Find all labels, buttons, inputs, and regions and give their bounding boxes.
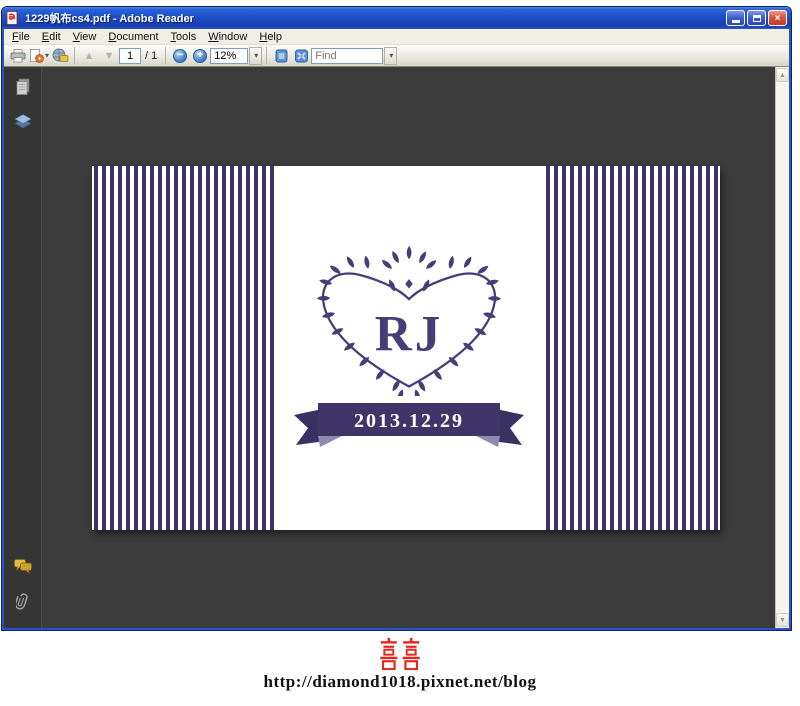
date-ribbon: 2013.12.29 bbox=[294, 403, 524, 447]
scroll-up-icon: ▲ bbox=[779, 71, 786, 79]
next-page-icon: ▼ bbox=[103, 49, 115, 62]
document-pane[interactable]: RJ 2013.12.29 bbox=[42, 67, 775, 628]
page-count-label: / 1 bbox=[145, 49, 158, 62]
footer: http://diamond1018.pixnet.net/blog bbox=[0, 638, 800, 692]
pages-panel-tab[interactable] bbox=[11, 75, 35, 99]
previous-page-icon: ▲ bbox=[83, 49, 95, 62]
toolbar-separator bbox=[165, 47, 167, 64]
wreath-diamond bbox=[405, 279, 413, 289]
scroll-mode-button[interactable] bbox=[271, 46, 291, 66]
page-center: RJ 2013.12.29 bbox=[274, 166, 544, 530]
zoom-in-icon: + bbox=[193, 48, 208, 63]
printer-icon bbox=[10, 48, 26, 62]
monogram-text: RJ bbox=[375, 305, 443, 362]
zoom-in-button[interactable]: + bbox=[190, 46, 210, 66]
adobe-reader-window: 1229帆布cs4.pdf - Adobe Reader × File Edit… bbox=[2, 7, 791, 630]
layers-icon bbox=[13, 113, 32, 128]
zoom-out-icon: − bbox=[173, 48, 188, 63]
menu-view[interactable]: View bbox=[67, 30, 103, 44]
minimize-button[interactable] bbox=[726, 10, 745, 26]
menu-bar: File Edit View Document Tools Window Hel… bbox=[4, 29, 789, 45]
scroll-mode-icon bbox=[275, 49, 288, 62]
find-input[interactable] bbox=[311, 47, 384, 64]
menu-file[interactable]: File bbox=[6, 30, 36, 44]
print-button[interactable] bbox=[8, 46, 28, 66]
collaborate-icon bbox=[52, 48, 68, 62]
comments-icon bbox=[13, 558, 32, 574]
screenshot: 1229帆布cs4.pdf - Adobe Reader × File Edit… bbox=[0, 0, 800, 706]
paperclip-icon bbox=[15, 592, 28, 610]
wedding-date-text: 2013.12.29 bbox=[354, 410, 464, 432]
comments-panel-tab[interactable] bbox=[11, 554, 35, 578]
restore-icon bbox=[752, 14, 761, 22]
title-bar[interactable]: 1229帆布cs4.pdf - Adobe Reader × bbox=[2, 7, 791, 29]
pdf-file-icon bbox=[6, 11, 18, 25]
pdf-page: RJ 2013.12.29 bbox=[92, 166, 720, 530]
ribbon-left-fold bbox=[318, 436, 342, 447]
toolbar: ▾ ▲ ▼ / 1 bbox=[4, 45, 789, 67]
vertical-scrollbar[interactable]: ▲ ▼ bbox=[775, 67, 789, 628]
ribbon-wrap: 2013.12.29 bbox=[292, 400, 526, 457]
fit-page-icon bbox=[294, 49, 308, 62]
scroll-down-button[interactable]: ▼ bbox=[776, 613, 789, 627]
attachments-panel-tab[interactable] bbox=[11, 588, 35, 612]
window-body: File Edit View Document Tools Window Hel… bbox=[2, 29, 791, 630]
export-dropdown-icon[interactable]: ▾ bbox=[45, 51, 49, 60]
find-dropdown-button[interactable]: ▾ bbox=[384, 46, 398, 65]
window-title: 1229帆布cs4.pdf - Adobe Reader bbox=[25, 13, 194, 25]
export-button[interactable]: ▾ bbox=[28, 46, 50, 66]
collaborate-button[interactable] bbox=[50, 46, 70, 66]
scroll-up-button[interactable]: ▲ bbox=[776, 68, 789, 82]
heart-wreath-monogram: RJ bbox=[316, 245, 502, 396]
toolbar-separator bbox=[266, 47, 268, 64]
pages-icon bbox=[16, 78, 29, 95]
main-content: RJ 2013.12.29 ▲ ▼ bbox=[4, 67, 789, 628]
zoom-dropdown-button[interactable]: ▾ bbox=[249, 46, 263, 65]
double-happiness-glyph bbox=[380, 638, 420, 670]
close-button[interactable]: × bbox=[768, 10, 787, 26]
page-number-input[interactable] bbox=[119, 47, 142, 64]
find-dropdown-icon: ▾ bbox=[389, 51, 394, 60]
toolbar-separator bbox=[74, 47, 76, 64]
layers-panel-tab[interactable] bbox=[11, 109, 35, 133]
menu-edit[interactable]: Edit bbox=[36, 30, 67, 44]
next-page-button[interactable]: ▼ bbox=[99, 46, 119, 66]
menu-window[interactable]: Window bbox=[202, 30, 253, 44]
zoom-dropdown-icon: ▾ bbox=[254, 51, 259, 60]
minimize-icon bbox=[731, 20, 740, 23]
blog-url: http://diamond1018.pixnet.net/blog bbox=[263, 672, 537, 691]
menu-tools[interactable]: Tools bbox=[165, 30, 203, 44]
navigation-panel bbox=[4, 67, 42, 628]
menu-help[interactable]: Help bbox=[253, 30, 288, 44]
right-stripe-band bbox=[544, 166, 720, 530]
fit-page-button[interactable] bbox=[291, 46, 311, 66]
close-icon: × bbox=[774, 12, 781, 24]
previous-page-button[interactable]: ▲ bbox=[79, 46, 99, 66]
left-stripe-band bbox=[92, 166, 274, 530]
export-icon bbox=[30, 48, 44, 63]
menu-document[interactable]: Document bbox=[102, 30, 164, 44]
restore-button[interactable] bbox=[747, 10, 766, 26]
zoom-level-input[interactable] bbox=[210, 47, 249, 64]
zoom-out-button[interactable]: − bbox=[170, 46, 190, 66]
scroll-down-icon: ▼ bbox=[779, 616, 786, 624]
ribbon-right-fold bbox=[476, 436, 500, 447]
